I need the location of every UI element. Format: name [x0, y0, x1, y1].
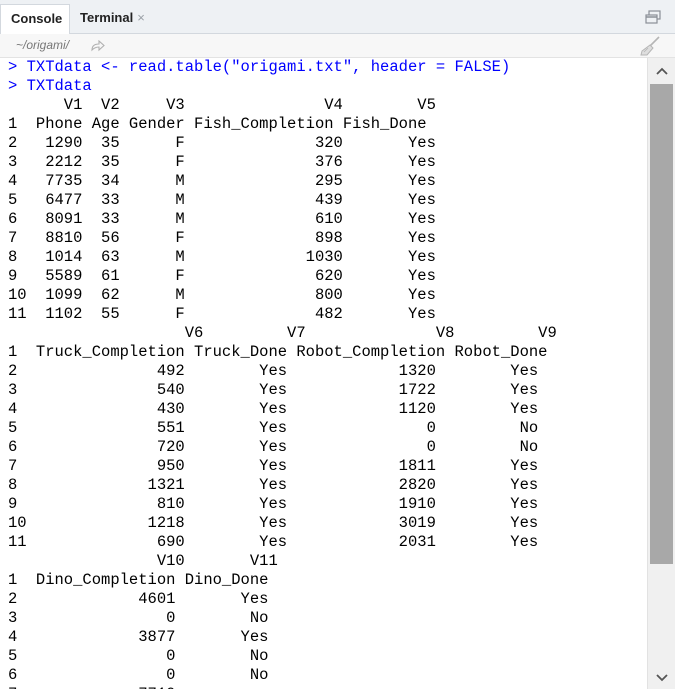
working-directory-path: ~/origami/: [16, 38, 70, 52]
console-output[interactable]: > TXTdata <- read.table("origami.txt", h…: [0, 58, 647, 689]
console-output-line: 6 8091 33 M 610 Yes: [8, 210, 436, 228]
console-output-line: 8 1014 63 M 1030 Yes: [8, 248, 436, 266]
console-output-line: 4 3877 Yes: [8, 628, 269, 646]
console-output-line: 1 Phone Age Gender Fish_Completion Fish_…: [8, 115, 427, 133]
console-output-line: 1 Dino_Completion Dino_Done: [8, 571, 269, 589]
console-output-line: 4 430 Yes 1120 Yes: [8, 400, 539, 418]
console-output-line: 6 720 Yes 0 No: [8, 438, 539, 456]
console-output-line: 9 5589 61 F 620 Yes: [8, 267, 436, 285]
scroll-down-arrow-icon[interactable]: [654, 671, 670, 685]
console-output-line: 7 8810 56 F 898 Yes: [8, 229, 436, 247]
close-icon[interactable]: ×: [137, 10, 145, 25]
console-output-line: 3 0 No: [8, 609, 269, 627]
console-output-line: 5 551 Yes 0 No: [8, 419, 539, 437]
tab-console-label: Console: [11, 11, 63, 26]
tab-terminal-label: Terminal: [80, 10, 134, 25]
console-output-line: V1 V2 V3 V4 V5: [8, 96, 436, 114]
clear-console-broom-icon[interactable]: [639, 36, 661, 56]
console-output-line: 2 4601 Yes: [8, 590, 269, 608]
console-text: > TXTdata <- read.table("origami.txt", h…: [8, 58, 557, 689]
console-output-line: 3 540 Yes 1722 Yes: [8, 381, 539, 399]
console-output-line: 6 0 No: [8, 666, 269, 684]
console-output-line: 10 1218 Yes 3019 Yes: [8, 514, 539, 532]
console-output-line: 4 7735 34 M 295 Yes: [8, 172, 436, 190]
console-output-line: 1 Truck_Completion Truck_Done Robot_Comp…: [8, 343, 548, 361]
restore-window-icon[interactable]: [645, 10, 661, 24]
console-tabbar: Console Terminal ×: [0, 0, 675, 34]
scrollbar-thumb[interactable]: [650, 84, 673, 564]
scroll-up-arrow-icon[interactable]: [654, 64, 670, 78]
console-output-line: 9 810 Yes 1910 Yes: [8, 495, 539, 513]
console-output-line: 2 492 Yes 1320 Yes: [8, 362, 539, 380]
console-output-line: 8 1321 Yes 2820 Yes: [8, 476, 539, 494]
console-output-line: V10 V11: [8, 552, 278, 570]
console-command-line: > TXTdata: [8, 77, 92, 95]
console-output-line: 5 0 No: [8, 647, 269, 665]
console-output-line: V6 V7 V8 V9: [8, 324, 557, 342]
tab-console[interactable]: Console: [0, 4, 70, 34]
vertical-scrollbar[interactable]: [647, 58, 675, 689]
go-to-directory-icon[interactable]: [91, 40, 105, 52]
console-output-line: 7 7710: [8, 685, 557, 689]
console-command-line: > TXTdata <- read.table("origami.txt", h…: [8, 58, 511, 76]
working-directory-bar: ~/origami/: [0, 34, 675, 58]
console-output-line: 11 1102 55 F 482 Yes: [8, 305, 436, 323]
console-output-line: 2 1290 35 F 320 Yes: [8, 134, 436, 152]
console-output-line: 11 690 Yes 2031 Yes: [8, 533, 539, 551]
console-output-line: 7 950 Yes 1811 Yes: [8, 457, 539, 475]
console-output-line: 10 1099 62 M 800 Yes: [8, 286, 436, 304]
console-output-line: 5 6477 33 M 439 Yes: [8, 191, 436, 209]
tab-terminal[interactable]: Terminal ×: [70, 4, 158, 34]
console-output-line: 3 2212 35 F 376 Yes: [8, 153, 436, 171]
